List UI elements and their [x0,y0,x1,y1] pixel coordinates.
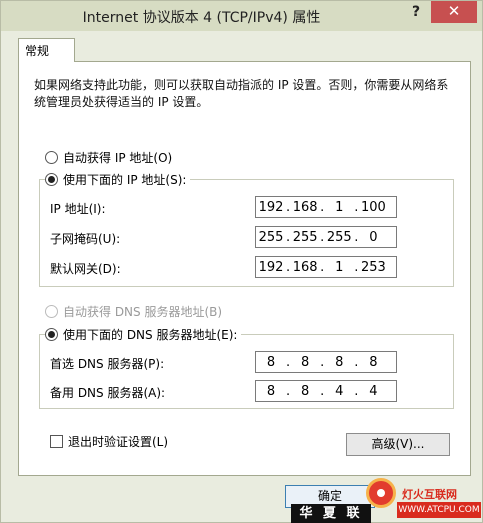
ip-octet: 253 [361,259,386,275]
help-button[interactable]: ? [405,2,427,24]
radio-manual-ip[interactable]: 使用下面的 IP 地址(S): [45,170,191,188]
title-bar[interactable]: Internet 协议版本 4 (TCP/IPv4) 属性 ? ✕ [1,1,482,31]
radio-auto-ip[interactable]: 自动获得 IP 地址(O) [45,148,172,166]
radio-manual-dns-label: 使用下面的 DNS 服务器地址(E): [63,327,238,342]
tab-general[interactable]: 常规 [18,38,75,62]
ip-octet: 4 [369,383,378,399]
radio-auto-ip-indicator[interactable] [45,150,58,164]
preferred-dns-input[interactable]: 8. 8. 8. 8 [255,351,397,373]
dialog-window: Internet 协议版本 4 (TCP/IPv4) 属性 ? ✕ 常规 如果网… [0,0,483,523]
radio-auto-ip-label: 自动获得 IP 地址(O) [63,150,173,165]
watermark-url: WWW.ATCPU.COM [397,502,481,518]
advanced-button[interactable]: 高级(V)... [346,433,450,456]
radio-manual-dns[interactable]: 使用下面的 DNS 服务器地址(E): [45,325,242,343]
close-button[interactable]: ✕ [431,1,477,23]
watermark-logo-icon [366,478,396,508]
ip-octet: 8 [301,354,310,370]
watermark-left: 华 夏 联 盟 [291,504,371,523]
ip-octet: 8 [301,383,310,399]
ip-octet: 168 [292,199,318,215]
watermark-text: 灯火互联网 [402,488,457,501]
ip-octet: 1 [335,199,344,215]
alternate-dns-input[interactable]: 8. 8. 4. 4 [255,380,397,402]
ip-octet: 1 [335,259,344,275]
radio-manual-ip-indicator[interactable] [45,172,58,186]
ip-octet: 192 [258,199,284,215]
validate-checkbox[interactable]: 退出时验证设置(L) [50,432,168,450]
ip-octet: 192 [258,259,284,275]
close-icon: ✕ [447,2,461,20]
default-gateway-input[interactable]: 192. 168. 1. 253 [255,256,397,278]
radio-manual-ip-label: 使用下面的 IP 地址(S): [63,172,187,187]
radio-manual-dns-indicator[interactable] [45,327,58,341]
ip-octet: 100 [361,199,386,215]
ip-octet: 8 [266,354,276,370]
window-title: Internet 协议版本 4 (TCP/IPv4) 属性 [82,10,321,26]
ip-octet: 4 [335,383,344,399]
ip-octet: 0 [369,229,378,245]
ip-address-input[interactable]: 192. 168. 1. 100 [255,196,397,218]
default-gateway-label: 默认网关(D): [50,262,121,276]
subnet-mask-label: 子网掩码(U): [50,232,121,246]
ip-octet: 255 [292,229,318,245]
alternate-dns-label: 备用 DNS 服务器(A): [50,386,166,400]
ip-octet: 255 [326,229,352,245]
tab-panel-general: 如果网络支持此功能，则可以获取自动指派的 IP 设置。否则，你需要从网络系统管理… [18,61,471,476]
ip-octet: 8 [266,383,276,399]
validate-checkbox-label: 退出时验证设置(L) [68,434,169,449]
description-text: 如果网络支持此功能，则可以获取自动指派的 IP 设置。否则，你需要从网络系统管理… [34,78,449,109]
radio-auto-dns-indicator[interactable] [45,304,58,318]
subnet-mask-input[interactable]: 255. 255. 255. 0 [255,226,397,248]
ip-octet: 8 [369,354,378,370]
ip-octet: 8 [335,354,344,370]
ip-octet: 255 [258,229,284,245]
radio-auto-dns-label: 自动获得 DNS 服务器地址(B) [63,304,223,319]
ip-address-label: IP 地址(I): [50,202,106,216]
preferred-dns-label: 首选 DNS 服务器(P): [50,357,165,371]
radio-auto-dns[interactable]: 自动获得 DNS 服务器地址(B) [45,302,222,320]
ip-octet: 168 [292,259,318,275]
validate-checkbox-box[interactable] [50,434,63,448]
